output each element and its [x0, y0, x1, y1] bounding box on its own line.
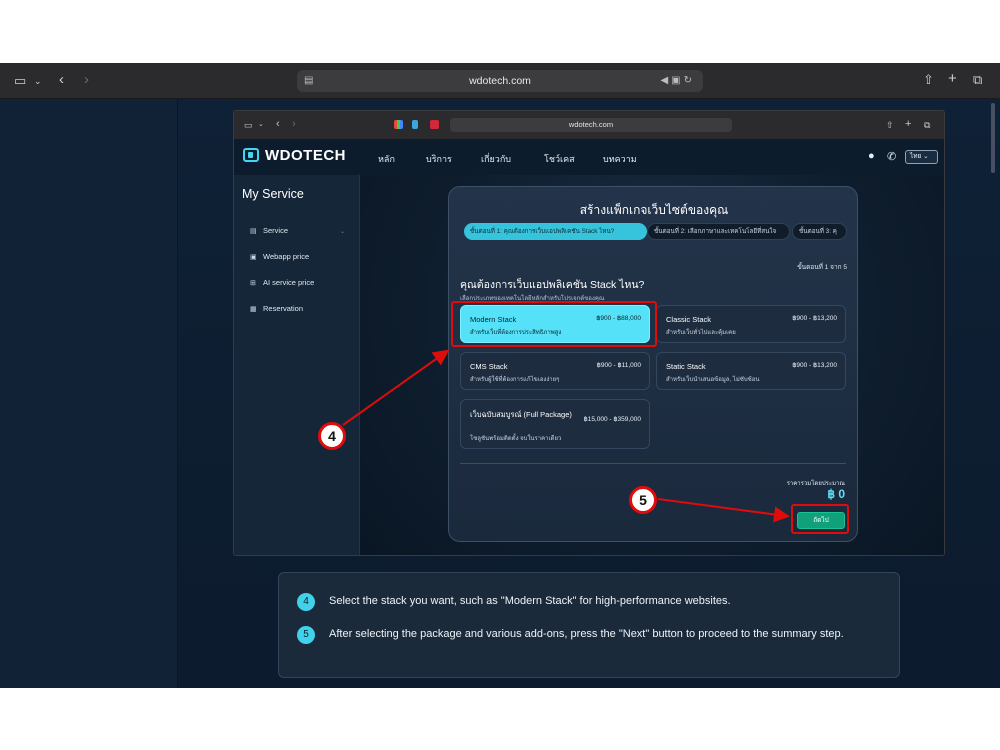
extension-flag-icon[interactable] [412, 120, 418, 129]
calendar-icon: ▦ [250, 306, 257, 313]
option-desc: สำหรับผู้ใช้ที่ต้องการแก้ไขเองง่ายๆ [470, 377, 560, 383]
sidebar-item-ai-service-price[interactable]: ⊞ AI service price [250, 278, 314, 287]
logo-text[interactable]: WDOTECH [265, 147, 346, 164]
option-name: CMS Stack [470, 362, 508, 371]
chevron-down-icon[interactable]: ⌄ [34, 73, 42, 89]
instruction-number: 5 [297, 626, 315, 644]
highlight-box-modern-stack [451, 301, 657, 347]
option-price: ฿900 - ฿11,000 [596, 362, 641, 369]
step-tab-1[interactable]: ขั้นตอนที่ 1: คุณต้องการเว็บแอปพลิเคชัน … [464, 223, 647, 240]
option-price: ฿900 - ฿13,200 [792, 362, 837, 369]
sidebar-title: My Service [242, 187, 304, 201]
sidebar-item-label: Webapp price [263, 252, 310, 261]
language-label: ไทย [910, 153, 922, 160]
service-sidebar: My Service ▤ Service ⌄ ▣ Webapp price ⊞ AI … [234, 175, 360, 555]
tab-overview-icon[interactable]: ⧉ [924, 119, 930, 131]
scrollbar[interactable] [991, 103, 995, 173]
option-price: ฿900 - ฿13,200 [792, 315, 837, 322]
option-desc: โซลูชันพร้อมติดตั้ง จบในราคาเดียว [470, 436, 562, 442]
package-builder-card: สร้างแพ็กเกจเว็บไซต์ของคุณ ขั้นตอนที่ 1:… [448, 186, 858, 542]
question-title: คุณต้องการเว็บแอปพลิเคชัน Stack ไหน? [460, 279, 645, 291]
nav-showcase[interactable]: โชว์เคส [544, 152, 575, 166]
option-cms-stack[interactable]: CMS Stack ฿900 - ฿11,000 สำหรับผู้ใช้ที่… [460, 352, 650, 390]
option-full-package[interactable]: เว็บฉบับสมบูรณ์ (Full Package) ฿15,000 -… [460, 399, 650, 449]
inner-address-bar[interactable]: wdotech.com [450, 118, 732, 132]
option-price: ฿15,000 - ฿359,000 [583, 416, 641, 423]
annotation-badge-4: 4 [318, 422, 346, 450]
step-tab-3[interactable]: ขั้นตอนที่ 3: คุ [792, 223, 847, 240]
phone-icon[interactable]: ✆ [887, 150, 896, 163]
option-desc: สำหรับเว็บนำเสนอข้อมูล, ไม่ซับซ้อน [666, 377, 760, 383]
page-icon: ▤ [304, 75, 314, 86]
instruction-step-4: 4 Select the stack you want, such as "Mo… [297, 593, 869, 611]
option-name: Classic Stack [666, 315, 712, 324]
option-desc: สำหรับเว็บทั่วไปและคุ้มเคย [666, 330, 736, 336]
inner-url-text: wdotech.com [568, 120, 614, 129]
share-icon[interactable]: ⇧ [886, 119, 894, 131]
highlight-box-next-button [791, 504, 849, 534]
instructions-panel: 4 Select the stack you want, such as "Mo… [278, 572, 900, 678]
sidebar-item-label: Service [263, 226, 289, 235]
outer-sidebar [0, 99, 178, 688]
new-tab-icon[interactable]: + [905, 118, 911, 130]
instruction-text: Select the stack you want, such as "Mode… [329, 595, 731, 607]
document-icon: ▣ [250, 254, 257, 261]
chevron-down-icon[interactable]: ⌄ [258, 119, 264, 131]
step-counter: ขั้นตอนที่ 1 จาก 5 [797, 264, 847, 271]
sidebar-item-label: AI service price [263, 278, 315, 287]
nav-home[interactable]: หลัก [378, 152, 395, 166]
language-select[interactable]: ไทย ⌄ [905, 150, 938, 164]
option-static-stack[interactable]: Static Stack ฿900 - ฿13,200 สำหรับเว็บนำ… [656, 352, 846, 390]
chevron-down-icon[interactable]: ⌄ [340, 228, 345, 235]
instruction-number: 4 [297, 593, 315, 611]
sidebar-item-reservation[interactable]: ▦ Reservation [250, 304, 303, 313]
tab-overview-icon[interactable]: ⧉ [973, 72, 982, 88]
total-value: ฿ 0 [827, 487, 845, 501]
back-icon[interactable]: ‹ [276, 118, 280, 130]
step-tab-2[interactable]: ขั้นตอนที่ 2: เลือกภาษาและเทคโนโลยีที่สน… [647, 223, 790, 240]
divider [460, 463, 846, 464]
nav-articles[interactable]: บทความ [603, 152, 637, 166]
outer-url-text: wdotech.com [469, 75, 531, 87]
outer-address-bar[interactable]: ▤ wdotech.com ◀▣↻ [297, 70, 703, 92]
forward-icon[interactable]: › [84, 72, 89, 88]
server-icon: ▤ [250, 228, 257, 235]
share-icon[interactable]: ⇧ [923, 72, 934, 88]
user-icon[interactable]: ● [868, 150, 875, 162]
back-icon[interactable]: ‹ [59, 72, 64, 88]
sidebar-item-label: Reservation [263, 304, 304, 313]
option-name: Static Stack [666, 362, 706, 371]
new-tab-icon[interactable]: + [948, 71, 957, 87]
inner-browser-toolbar: ▭ ⌄ ‹ › wdotech.com ⇧ + ⧉ [234, 111, 944, 139]
sidebar-toggle-icon[interactable]: ▭ [244, 119, 253, 131]
option-classic-stack[interactable]: Classic Stack ฿900 - ฿13,200 สำหรับเว็บท… [656, 305, 846, 343]
nav-services[interactable]: บริการ [426, 152, 452, 166]
option-name: เว็บฉบับสมบูรณ์ (Full Package) [470, 410, 572, 419]
sidebar-item-service[interactable]: ▤ Service [250, 226, 288, 235]
annotation-badge-5: 5 [629, 486, 657, 514]
audio-translate-reload-icons[interactable]: ◀▣↻ [660, 70, 695, 92]
site-header: WDOTECH หลัก บริการ เกี่ยวกับ โชว์เคส บท… [234, 139, 944, 175]
tutorial-screenshot: ▭ ⌄ ‹ › ▤ wdotech.com ◀▣↻ ⇧ + ⧉ ▭ ⌄ ‹ › … [0, 0, 1000, 750]
instruction-text: After selecting the package and various … [329, 628, 844, 640]
instruction-step-5: 5 After selecting the package and variou… [297, 626, 869, 644]
nav-about[interactable]: เกี่ยวกับ [481, 152, 511, 166]
sidebar-item-webapp-price[interactable]: ▣ Webapp price [250, 252, 309, 261]
extension-m-icon[interactable] [430, 120, 439, 129]
forward-icon[interactable]: › [292, 118, 296, 130]
sidebar-toggle-icon[interactable]: ▭ [14, 73, 26, 89]
wdotech-logo-icon[interactable] [243, 148, 259, 162]
builder-title: สร้างแพ็กเกจเว็บไซต์ของคุณ [579, 203, 729, 217]
chip-icon: ⊞ [250, 280, 256, 287]
extension-grid-icon[interactable] [394, 120, 403, 129]
